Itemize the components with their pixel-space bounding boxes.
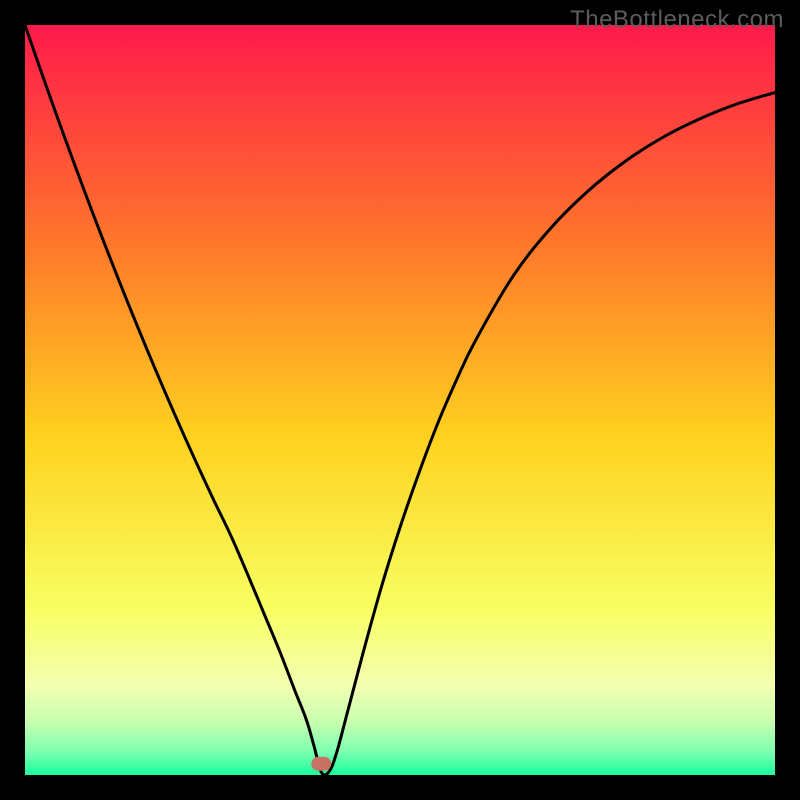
optimum-marker bbox=[311, 757, 331, 771]
plot-area bbox=[25, 25, 775, 775]
chart-container: TheBottleneck.com bbox=[0, 0, 800, 800]
bottleneck-curve-chart bbox=[25, 25, 775, 775]
watermark-text: TheBottleneck.com bbox=[570, 6, 784, 34]
